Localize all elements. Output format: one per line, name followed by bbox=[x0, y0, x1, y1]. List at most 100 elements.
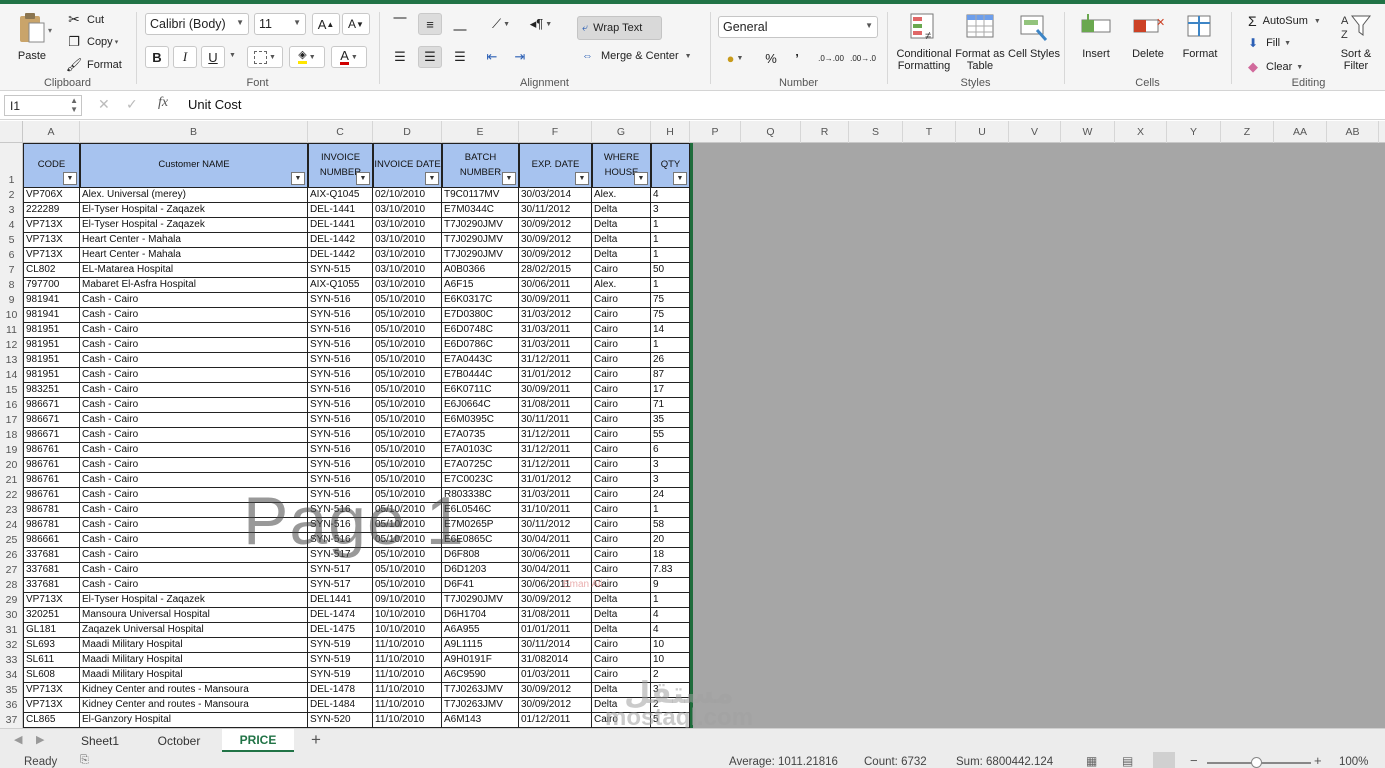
table-cell[interactable]: 986781 bbox=[23, 503, 80, 518]
table-cell[interactable]: Cairo bbox=[592, 473, 651, 488]
table-cell[interactable]: DEL-1442 bbox=[308, 248, 373, 263]
table-cell[interactable]: 05/10/2010 bbox=[373, 308, 442, 323]
header-cell[interactable]: INVOICE DATE ▼ bbox=[373, 143, 442, 188]
table-cell[interactable]: Maadi Military Hospital bbox=[80, 653, 308, 668]
table-cell[interactable]: SYN-516 bbox=[308, 413, 373, 428]
table-cell[interactable]: VP713X bbox=[23, 683, 80, 698]
header-cell[interactable]: WHERE HOUSE ▼ bbox=[592, 143, 651, 188]
table-cell[interactable]: 31/01/2012 bbox=[519, 368, 592, 383]
table-cell[interactable]: SYN-516 bbox=[308, 458, 373, 473]
table-cell[interactable]: 1 bbox=[651, 233, 690, 248]
table-cell[interactable]: 30/06/2011 bbox=[519, 548, 592, 563]
table-cell[interactable]: Kidney Center and routes - Mansoura bbox=[80, 698, 308, 713]
table-cell[interactable]: A9L1115 bbox=[442, 638, 519, 653]
font-size-combo[interactable]: 11 ▼ bbox=[254, 13, 306, 35]
formula-input[interactable]: Unit Cost bbox=[188, 97, 241, 112]
table-cell[interactable]: A6A955 bbox=[442, 623, 519, 638]
table-cell[interactable]: Cairo bbox=[592, 518, 651, 533]
table-cell[interactable]: Cairo bbox=[592, 428, 651, 443]
table-cell[interactable]: 10 bbox=[651, 638, 690, 653]
table-cell[interactable]: Cairo bbox=[592, 638, 651, 653]
table-cell[interactable]: Alex. bbox=[592, 188, 651, 203]
table-cell[interactable]: 31/12/2011 bbox=[519, 443, 592, 458]
table-cell[interactable]: Cash - Cairo bbox=[80, 473, 308, 488]
table-cell[interactable]: Cash - Cairo bbox=[80, 368, 308, 383]
normal-view-icon[interactable]: ▦ bbox=[1086, 754, 1097, 768]
table-cell[interactable]: 03/10/2010 bbox=[373, 248, 442, 263]
column-header-ab[interactable]: AB bbox=[1327, 121, 1379, 143]
table-cell[interactable]: 983251 bbox=[23, 383, 80, 398]
table-cell[interactable]: SYN-516 bbox=[308, 428, 373, 443]
table-cell[interactable]: Delta bbox=[592, 233, 651, 248]
table-cell[interactable]: 03/10/2010 bbox=[373, 218, 442, 233]
table-cell[interactable]: 3 bbox=[651, 683, 690, 698]
table-cell[interactable]: Cairo bbox=[592, 503, 651, 518]
table-cell[interactable]: 17 bbox=[651, 383, 690, 398]
table-cell[interactable]: T9C0117MV bbox=[442, 188, 519, 203]
paste-chevron-icon[interactable]: ▾ bbox=[48, 26, 52, 35]
table-cell[interactable]: D6F808 bbox=[442, 548, 519, 563]
row-header[interactable]: 10 bbox=[0, 309, 22, 321]
decrease-indent-button[interactable]: ⇤ bbox=[480, 46, 504, 68]
tab-price[interactable]: PRICE bbox=[222, 729, 294, 752]
filter-dropdown-icon[interactable]: ▼ bbox=[502, 172, 516, 185]
table-cell[interactable]: Cash - Cairo bbox=[80, 308, 308, 323]
table-cell[interactable]: 01/01/2011 bbox=[519, 623, 592, 638]
table-cell[interactable]: Cash - Cairo bbox=[80, 443, 308, 458]
column-header-p[interactable]: P bbox=[690, 121, 741, 143]
table-cell[interactable]: DEL-1475 bbox=[308, 623, 373, 638]
table-cell[interactable]: SL608 bbox=[23, 668, 80, 683]
comma-style-button[interactable]: ’ bbox=[785, 47, 809, 69]
table-cell[interactable]: Mabaret El-Asfra Hospital bbox=[80, 278, 308, 293]
table-cell[interactable]: 981951 bbox=[23, 368, 80, 383]
increase-decimal-button[interactable]: .0→.00 bbox=[817, 47, 845, 69]
bold-button[interactable]: B bbox=[145, 46, 169, 68]
table-cell[interactable]: 1 bbox=[651, 278, 690, 293]
table-cell[interactable]: 30/09/2012 bbox=[519, 593, 592, 608]
table-cell[interactable]: 31/08/2011 bbox=[519, 398, 592, 413]
column-header-z[interactable]: Z bbox=[1221, 121, 1274, 143]
table-cell[interactable]: Delta bbox=[592, 593, 651, 608]
column-header-f[interactable]: F bbox=[519, 121, 592, 143]
table-cell[interactable]: 31/082014 bbox=[519, 653, 592, 668]
decrease-decimal-button[interactable]: .00→.0 bbox=[849, 47, 877, 69]
table-cell[interactable]: Cash - Cairo bbox=[80, 533, 308, 548]
table-cell[interactable]: A9H0191F bbox=[442, 653, 519, 668]
table-cell[interactable]: 30/11/2011 bbox=[519, 413, 592, 428]
table-cell[interactable]: Cash - Cairo bbox=[80, 353, 308, 368]
table-cell[interactable]: Cairo bbox=[592, 563, 651, 578]
table-cell[interactable]: SYN-516 bbox=[308, 323, 373, 338]
align-bottom-button[interactable]: ⎽ bbox=[448, 13, 472, 35]
row-header[interactable]: 3 bbox=[0, 204, 22, 216]
table-cell[interactable]: 05/10/2010 bbox=[373, 518, 442, 533]
table-cell[interactable]: A0B0366 bbox=[442, 263, 519, 278]
table-cell[interactable]: 31/03/2011 bbox=[519, 488, 592, 503]
table-cell[interactable]: 10 bbox=[651, 653, 690, 668]
row-header[interactable]: 6 bbox=[0, 249, 22, 261]
column-header-g[interactable]: G bbox=[592, 121, 651, 143]
table-cell[interactable]: 10/10/2010 bbox=[373, 623, 442, 638]
fill-color-button[interactable]: ◈ ▼ bbox=[289, 46, 325, 68]
table-cell[interactable]: 1 bbox=[651, 248, 690, 263]
table-cell[interactable]: Mansoura Universal Hospital bbox=[80, 608, 308, 623]
table-cell[interactable]: E7A0725C bbox=[442, 458, 519, 473]
table-cell[interactable]: Cash - Cairo bbox=[80, 563, 308, 578]
align-middle-button[interactable]: ≡ bbox=[418, 13, 442, 35]
table-cell[interactable]: Cash - Cairo bbox=[80, 578, 308, 593]
table-cell[interactable]: 30/04/2011 bbox=[519, 563, 592, 578]
table-cell[interactable]: SYN-517 bbox=[308, 563, 373, 578]
cancel-icon[interactable]: ✕ bbox=[98, 96, 110, 113]
table-cell[interactable]: E6M0395C bbox=[442, 413, 519, 428]
column-header-a[interactable]: A bbox=[23, 121, 80, 143]
table-cell[interactable]: 03/10/2010 bbox=[373, 203, 442, 218]
table-cell[interactable]: T7J0263JMV bbox=[442, 683, 519, 698]
table-cell[interactable]: SYN-516 bbox=[308, 338, 373, 353]
table-cell[interactable]: DEL-1484 bbox=[308, 698, 373, 713]
fill-button[interactable]: ⬇ Fill ▼ bbox=[1248, 36, 1291, 50]
table-cell[interactable]: 4 bbox=[651, 608, 690, 623]
next-sheet-icon[interactable]: ▶ bbox=[36, 733, 44, 746]
table-cell[interactable]: 31/10/2011 bbox=[519, 503, 592, 518]
table-cell[interactable]: 28/02/2015 bbox=[519, 263, 592, 278]
table-cell[interactable]: Cairo bbox=[592, 368, 651, 383]
table-cell[interactable]: 981951 bbox=[23, 353, 80, 368]
